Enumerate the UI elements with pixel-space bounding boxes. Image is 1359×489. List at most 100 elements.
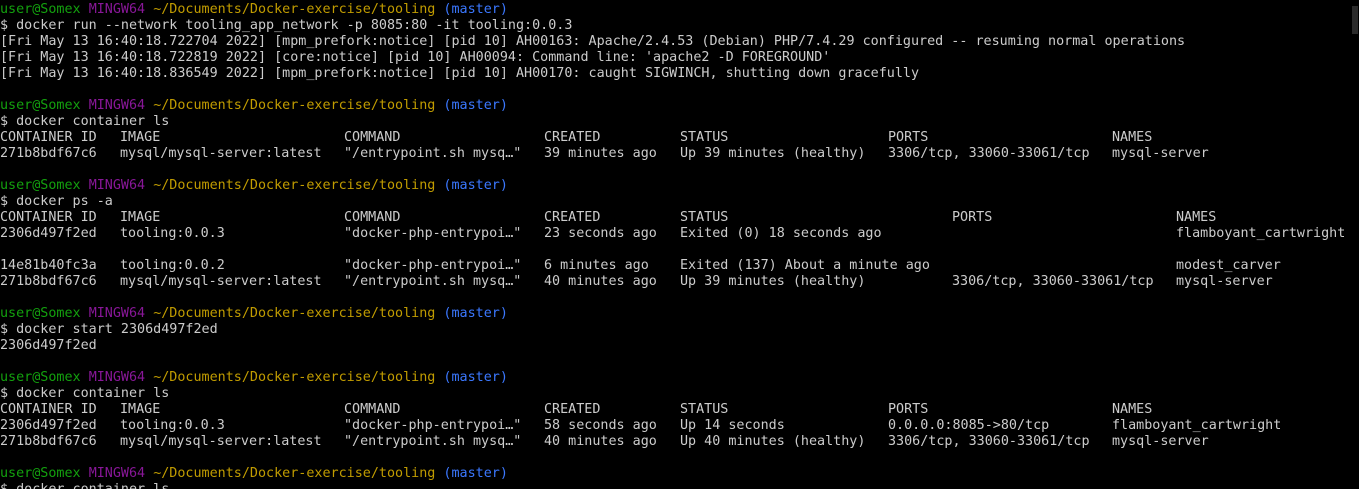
table-cell: tooling:0.0.2 <box>120 258 225 273</box>
column-header: CREATED <box>544 210 601 225</box>
table-cell: Up 39 minutes (healthy) <box>680 274 866 289</box>
table-cell: Exited (137) About a minute ago <box>680 258 930 273</box>
output-text: [Fri May 13 16:40:18.722704 2022] [mpm_p… <box>0 34 1186 49</box>
table-cell: "/entrypoint.sh mysq…" <box>344 434 522 449</box>
prompt-user: user@Somex <box>0 98 81 113</box>
column-header: IMAGE <box>120 210 161 225</box>
prompt-shell: MINGW64 <box>88 98 146 113</box>
prompt-user: user@Somex <box>0 466 81 481</box>
column-header: COMMAND <box>344 402 401 417</box>
scrollbar[interactable] <box>1351 0 1359 489</box>
table-cell: 40 minutes ago <box>544 434 657 449</box>
command-text: $ docker run --network tooling_app_netwo… <box>0 18 573 33</box>
table-cell: 23 seconds ago <box>544 226 657 241</box>
prompt-line: user@Somex MINGW64 ~/Documents/Docker-ex… <box>0 306 508 322</box>
prompt-branch: (master) <box>443 98 508 113</box>
table-cell: Up 14 seconds <box>680 418 785 433</box>
output-line: [Fri May 13 16:40:18.722704 2022] [mpm_p… <box>0 34 1185 50</box>
column-header: STATUS <box>680 130 729 145</box>
prompt-line: user@Somex MINGW64 ~/Documents/Docker-ex… <box>0 466 508 482</box>
table-cell: Up 40 minutes (healthy) <box>680 434 866 449</box>
table-cell: "/entrypoint.sh mysq…" <box>344 274 522 289</box>
prompt-shell: MINGW64 <box>88 306 146 321</box>
table-cell: modest_carver <box>1176 258 1281 273</box>
prompt-branch: (master) <box>443 306 508 321</box>
prompt-path: ~/Documents/Docker-exercise/tooling <box>153 370 436 385</box>
prompt-shell: MINGW64 <box>88 178 146 193</box>
output-line: 2306d497f2ed <box>0 338 97 354</box>
scrollbar-thumb[interactable] <box>1352 6 1358 34</box>
table-cell: 3306/tcp, 33060-33061/tcp <box>888 146 1090 161</box>
column-header: CONTAINER ID <box>0 210 97 225</box>
prompt-user: user@Somex <box>0 2 81 17</box>
prompt-path: ~/Documents/Docker-exercise/tooling <box>153 98 436 113</box>
column-header: PORTS <box>952 210 993 225</box>
command-text: $ docker ps -a <box>0 194 113 209</box>
prompt-line: user@Somex MINGW64 ~/Documents/Docker-ex… <box>0 370 508 386</box>
column-header: IMAGE <box>120 402 161 417</box>
command-text: $ docker container ls <box>0 482 169 489</box>
table-cell: mysql/mysql-server:latest <box>120 434 322 449</box>
table-cell: mysql-server <box>1112 434 1209 449</box>
table-cell: 39 minutes ago <box>544 146 657 161</box>
prompt-path: ~/Documents/Docker-exercise/tooling <box>153 466 436 481</box>
prompt-shell: MINGW64 <box>88 370 146 385</box>
output-text: [Fri May 13 16:40:18.836549 2022] [mpm_p… <box>0 66 920 81</box>
terminal-window[interactable]: user@Somex MINGW64 ~/Documents/Docker-ex… <box>0 0 1359 489</box>
prompt-path: ~/Documents/Docker-exercise/tooling <box>153 178 436 193</box>
table-cell: "/entrypoint.sh mysq…" <box>344 146 522 161</box>
prompt-path: ~/Documents/Docker-exercise/tooling <box>153 306 436 321</box>
command-line: $ docker container ls <box>0 482 169 489</box>
table-cell: 3306/tcp, 33060-33061/tcp <box>952 274 1154 289</box>
prompt-line: user@Somex MINGW64 ~/Documents/Docker-ex… <box>0 98 508 114</box>
command-text: $ docker container ls <box>0 114 170 129</box>
table-cell: mysql/mysql-server:latest <box>120 274 322 289</box>
table-cell: flamboyant_cartwright <box>1176 226 1346 241</box>
prompt-shell: MINGW64 <box>88 2 146 17</box>
table-cell: 6 minutes ago <box>544 258 649 273</box>
prompt-shell: MINGW64 <box>88 466 146 481</box>
table-cell: Exited (0) 18 seconds ago <box>680 226 882 241</box>
column-header: PORTS <box>888 402 929 417</box>
table-cell: tooling:0.0.3 <box>120 418 225 433</box>
column-header: CREATED <box>544 130 601 145</box>
table-cell: flamboyant_cartwright <box>1112 418 1282 433</box>
output-line: [Fri May 13 16:40:18.722819 2022] [core:… <box>0 50 830 66</box>
table-cell: "docker-php-entrypoi…" <box>344 418 522 433</box>
table-cell: tooling:0.0.3 <box>120 226 225 241</box>
output-line: [Fri May 13 16:40:18.836549 2022] [mpm_p… <box>0 66 919 82</box>
command-text: $ docker container ls <box>0 386 170 401</box>
column-header: CREATED <box>544 402 601 417</box>
table-cell: mysql-server <box>1176 274 1273 289</box>
table-cell: 58 seconds ago <box>544 418 657 433</box>
command-line: $ docker run --network tooling_app_netwo… <box>0 18 572 34</box>
command-line: $ docker start 2306d497f2ed <box>0 322 218 338</box>
prompt-branch: (master) <box>443 370 508 385</box>
prompt-user: user@Somex <box>0 306 81 321</box>
prompt-user: user@Somex <box>0 178 81 193</box>
column-header: PORTS <box>888 130 929 145</box>
table-cell: "docker-php-entrypoi…" <box>344 258 522 273</box>
table-cell: 2306d497f2ed <box>0 418 97 433</box>
column-header: COMMAND <box>344 130 401 145</box>
prompt-user: user@Somex <box>0 370 81 385</box>
prompt-branch: (master) <box>443 2 508 17</box>
column-header: NAMES <box>1112 402 1153 417</box>
table-cell: mysql/mysql-server:latest <box>120 146 322 161</box>
output-text: [Fri May 13 16:40:18.722819 2022] [core:… <box>0 50 831 65</box>
column-header: CONTAINER ID <box>0 130 97 145</box>
command-line: $ docker ps -a <box>0 194 113 210</box>
column-header: NAMES <box>1112 130 1153 145</box>
table-cell: mysql-server <box>1112 146 1209 161</box>
prompt-line: user@Somex MINGW64 ~/Documents/Docker-ex… <box>0 178 508 194</box>
command-line: $ docker container ls <box>0 386 169 402</box>
table-cell: 0.0.0.0:8085->80/tcp <box>888 418 1050 433</box>
column-header: CONTAINER ID <box>0 402 97 417</box>
command-text: $ docker start 2306d497f2ed <box>0 322 218 337</box>
table-cell: 3306/tcp, 33060-33061/tcp <box>888 434 1090 449</box>
column-header: NAMES <box>1176 210 1217 225</box>
table-cell: 271b8bdf67c6 <box>0 434 97 449</box>
prompt-branch: (master) <box>443 466 508 481</box>
prompt-branch: (master) <box>443 178 508 193</box>
prompt-path: ~/Documents/Docker-exercise/tooling <box>153 2 436 17</box>
